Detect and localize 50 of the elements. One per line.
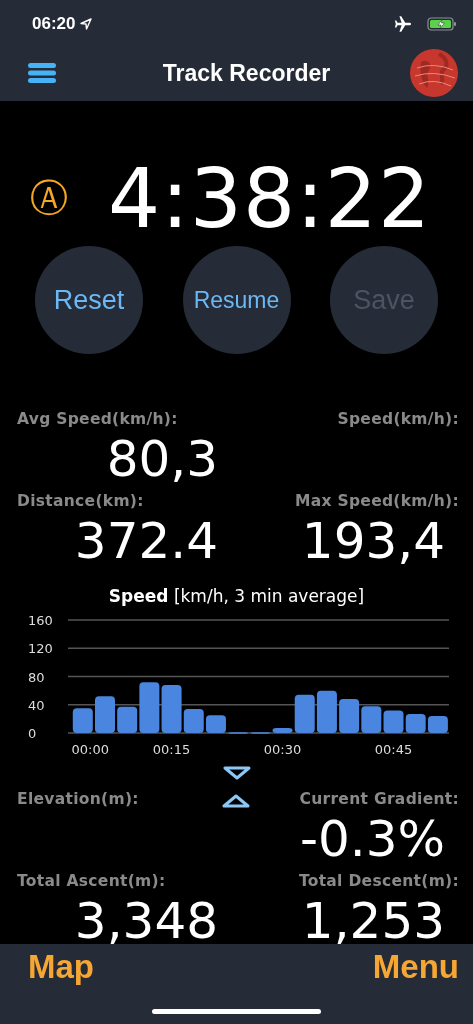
speed-bar bbox=[405, 713, 426, 733]
collapse-arrow-icon[interactable] bbox=[222, 766, 251, 780]
stat-label: Total Descent(m): bbox=[298, 872, 459, 890]
menu-icon bbox=[28, 62, 56, 84]
menu-button[interactable] bbox=[28, 62, 56, 84]
x-tick-label: 00:30 bbox=[263, 742, 302, 757]
speed-bar bbox=[339, 699, 360, 733]
series-name: Speed bbox=[108, 586, 169, 606]
stat-label: Current Gradient: bbox=[299, 790, 459, 808]
speed-bar bbox=[205, 715, 226, 733]
map-tab[interactable]: Map bbox=[28, 948, 94, 986]
menu-tab[interactable]: Menu bbox=[372, 948, 459, 986]
y-tick-label: 160 bbox=[28, 613, 53, 628]
x-tick-label: 00:15 bbox=[152, 742, 191, 757]
y-tick-label: 0 bbox=[28, 726, 37, 741]
globe-icon[interactable] bbox=[409, 48, 459, 98]
action-button[interactable]: Reset bbox=[35, 246, 143, 354]
y-tick-label: 40 bbox=[28, 697, 45, 713]
stat-value: 372.4 bbox=[74, 511, 219, 572]
speed-bar bbox=[72, 708, 93, 733]
status-time: 06:20 bbox=[32, 14, 76, 34]
stat-label: Distance(km): bbox=[17, 492, 144, 510]
stat-value: 80,3 bbox=[106, 429, 219, 490]
expand-arrow-icon[interactable] bbox=[222, 794, 250, 808]
elapsed-time: 4:38:22 bbox=[108, 151, 432, 246]
stat-value: -0.3% bbox=[299, 809, 446, 870]
speed-bar bbox=[95, 696, 115, 733]
stat-value: 1,253 bbox=[301, 891, 446, 944]
speed-bar bbox=[427, 716, 448, 733]
auto-mode-symbol: Ⓐ bbox=[30, 175, 69, 222]
speed-bar bbox=[383, 710, 404, 733]
action-button[interactable]: Resume bbox=[182, 246, 291, 354]
location-arrow-icon bbox=[80, 18, 93, 30]
nav-title: Track Recorder bbox=[161, 59, 332, 87]
stat-label: Speed(km/h): bbox=[337, 410, 459, 428]
battery-charging-icon bbox=[427, 17, 457, 31]
stat-value: 193,4 bbox=[301, 511, 446, 572]
speed-bar bbox=[316, 690, 337, 733]
stat-label: Avg Speed(km/h): bbox=[17, 410, 178, 428]
stat-label: Max Speed(km/h): bbox=[295, 492, 459, 510]
stat-label: Total Ascent(m): bbox=[17, 872, 166, 890]
stat-value: 3,348 bbox=[74, 891, 219, 944]
stat-label: Elevation(m): bbox=[17, 790, 139, 808]
y-tick-label: 80 bbox=[28, 669, 45, 685]
y-tick-label: 120 bbox=[28, 641, 53, 657]
speed-bar bbox=[361, 706, 382, 733]
airplane-icon bbox=[394, 15, 412, 33]
chart-title: [km/h, 3 min average] bbox=[173, 586, 365, 606]
x-tick-label: 00:45 bbox=[374, 742, 413, 757]
x-tick-label: 00:00 bbox=[71, 742, 109, 757]
